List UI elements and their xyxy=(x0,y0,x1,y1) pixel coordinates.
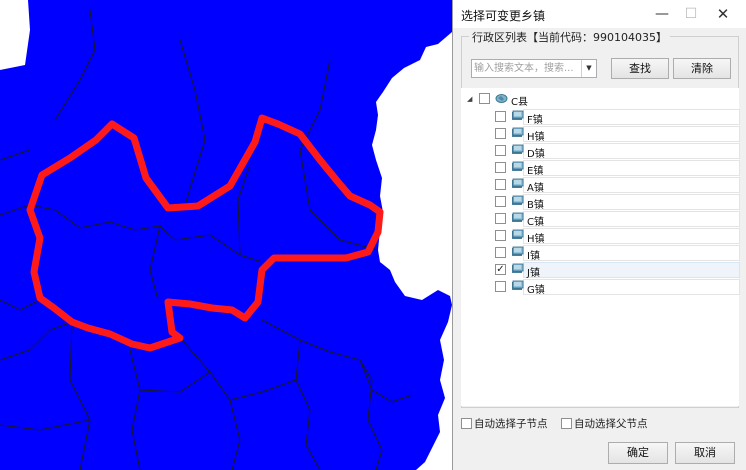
tree-node-label: H镇 xyxy=(527,132,545,143)
options-row: 自动选择子节点 自动选择父节点 xyxy=(461,414,741,432)
tree-node-checkbox[interactable] xyxy=(495,213,506,224)
tree-node-town[interactable]: H镇 xyxy=(461,125,731,143)
tree-node-town[interactable]: B镇 xyxy=(461,193,731,211)
search-combo[interactable]: ▼ xyxy=(471,59,597,78)
cancel-button[interactable]: 取消 xyxy=(675,442,735,464)
auto-select-parent-label: 自动选择父节点 xyxy=(574,418,648,430)
select-town-dialog: 选择可变更乡镇 — ☐ ✕ 行政区列表【当前代码：990104035】 ▼ 查找… xyxy=(452,0,746,470)
tree-node-checkbox[interactable] xyxy=(479,93,490,104)
auto-select-children-label: 自动选择子节点 xyxy=(474,418,548,430)
tree-node-root[interactable]: ◢ C县 xyxy=(461,91,731,108)
close-button[interactable]: ✕ xyxy=(710,4,736,24)
ok-button[interactable]: 确定 xyxy=(608,442,668,464)
region-list-label: 行政区列表【当前代码：990104035】 xyxy=(469,29,670,45)
tree-node-label: I镇 xyxy=(527,251,540,262)
auto-select-children-checkbox[interactable] xyxy=(461,418,472,429)
auto-select-children-option[interactable]: 自动选择子节点 xyxy=(461,416,548,431)
tree-node-label: C镇 xyxy=(527,217,544,228)
tree-node-label: D镇 xyxy=(527,149,545,160)
tree-node-town[interactable]: A镇 xyxy=(461,176,731,194)
chevron-down-icon[interactable]: ▼ xyxy=(581,60,596,77)
tree-node-label: H镇 xyxy=(527,234,545,245)
expand-toggle-icon[interactable]: ◢ xyxy=(467,95,472,103)
tree-node-checkbox[interactable] xyxy=(495,230,506,241)
tree-node-town[interactable]: G镇 xyxy=(461,278,731,296)
region-tree[interactable]: ◢ C县 F镇 H镇 D镇 E镇 A镇 B镇 C镇 H镇 I镇 ✓ J镇 G镇 xyxy=(461,88,740,406)
tree-node-town[interactable]: H镇 xyxy=(461,227,731,245)
tree-node-checkbox[interactable] xyxy=(495,128,506,139)
tree-node-town[interactable]: C镇 xyxy=(461,210,731,228)
tree-node-checkbox[interactable] xyxy=(495,162,506,173)
minimize-button[interactable]: — xyxy=(649,4,675,24)
maximize-button: ☐ xyxy=(684,6,698,22)
tree-node-label: A镇 xyxy=(527,183,544,194)
tree-node-checkbox[interactable] xyxy=(495,145,506,156)
tree-node-town[interactable]: I镇 xyxy=(461,244,731,262)
tree-node-label: C县 xyxy=(511,97,528,108)
tree-node-label: F镇 xyxy=(527,115,543,126)
tree-node-checkbox[interactable]: ✓ xyxy=(495,264,506,275)
tree-node-checkbox[interactable] xyxy=(495,111,506,122)
tree-node-checkbox[interactable] xyxy=(495,247,506,258)
tree-node-town[interactable]: D镇 xyxy=(461,142,731,160)
dialog-title: 选择可变更乡镇 xyxy=(461,9,546,23)
tree-node-label: B镇 xyxy=(527,200,544,211)
clear-button[interactable]: 清除 xyxy=(673,58,731,79)
tree-node-label: E镇 xyxy=(527,166,544,177)
auto-select-parent-checkbox[interactable] xyxy=(561,418,572,429)
map-view[interactable] xyxy=(0,0,452,470)
tree-node-town[interactable]: E镇 xyxy=(461,159,731,177)
tree-node-label: J镇 xyxy=(527,268,540,279)
tree-node-label: G镇 xyxy=(527,285,545,296)
tree-node-town[interactable]: ✓ J镇 xyxy=(461,261,731,279)
auto-select-parent-option[interactable]: 自动选择父节点 xyxy=(561,416,648,431)
find-button[interactable]: 查找 xyxy=(611,58,669,79)
tree-node-checkbox[interactable] xyxy=(495,281,506,292)
search-input[interactable] xyxy=(474,61,578,76)
tree-node-town[interactable]: F镇 xyxy=(461,108,731,126)
title-bar[interactable]: 选择可变更乡镇 — ☐ ✕ xyxy=(453,0,746,28)
tree-node-checkbox[interactable] xyxy=(495,196,506,207)
tree-node-checkbox[interactable] xyxy=(495,179,506,190)
